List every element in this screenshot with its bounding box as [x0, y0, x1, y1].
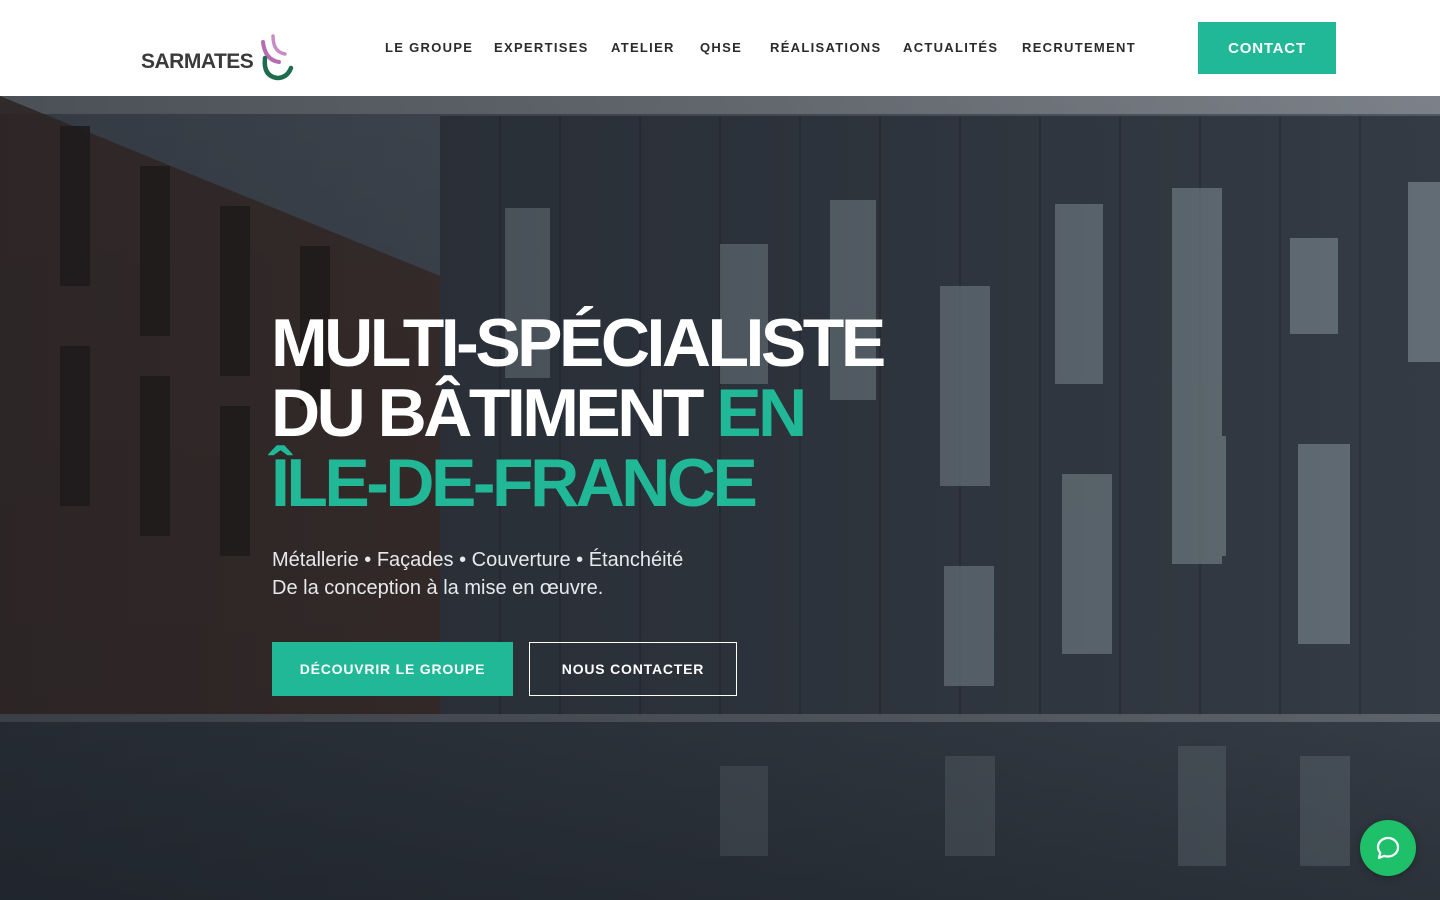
headline-line-2: DU BÂTIMENT EN [271, 378, 883, 448]
hero-headline: MULTI-SPÉCIALISTE DU BÂTIMENT EN ÎLE-DE-… [271, 305, 886, 521]
nav-item-le-groupe[interactable]: LE GROUPE [385, 40, 473, 55]
chat-button[interactable] [1360, 820, 1416, 876]
hero-section: MULTI-SPÉCIALISTE DU BÂTIMENT EN ÎLE-DE-… [0, 96, 1440, 900]
hero-services: Métallerie • Façades • Couverture • Étan… [272, 549, 684, 571]
headline-line-2-white: DU BÂTIMENT [271, 375, 717, 451]
headline-line-3: ÎLE-DE-FRANCE [271, 445, 758, 521]
nav-item-expertises[interactable]: EXPERTISES [494, 40, 589, 55]
site-header: SARMATES LE GROUPE EXPERTISES ATELIER QH… [0, 0, 1440, 96]
hero-subtitle: Métallerie • Façades • Couverture • Étan… [272, 546, 683, 602]
chat-bubble-icon [1376, 836, 1400, 860]
headline-line-2-accent: EN [716, 375, 807, 451]
nav-item-realisations[interactable]: RÉALISATIONS [770, 40, 881, 55]
nav-item-recrutement[interactable]: RECRUTEMENT [1022, 40, 1136, 55]
contact-button[interactable]: CONTACT [1198, 22, 1336, 74]
hero-tagline: De la conception à la mise en œuvre. [272, 577, 604, 599]
headline-line-1: MULTI-SPÉCIALISTE [271, 305, 886, 381]
nav-item-atelier[interactable]: ATELIER [611, 40, 675, 55]
nav-item-qhse[interactable]: QHSE [700, 40, 742, 55]
discover-group-button[interactable]: DÉCOUVRIR LE GROUPE [272, 642, 513, 696]
contact-us-button[interactable]: NOUS CONTACTER [529, 642, 737, 696]
nav-item-actualites[interactable]: ACTUALITÉS [903, 40, 998, 55]
